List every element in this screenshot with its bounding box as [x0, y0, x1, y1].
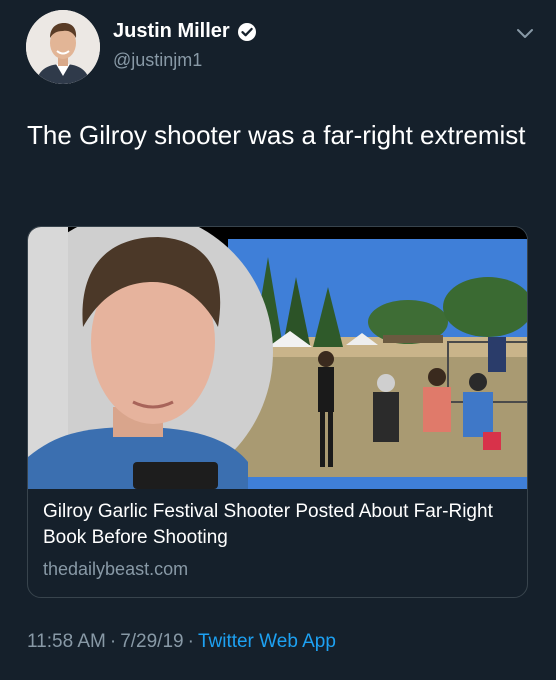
avatar-photo	[26, 10, 100, 84]
meta-separator: ·	[187, 631, 194, 652]
tweet: Justin Miller @justinjm1 The Gilroy shoo…	[0, 0, 556, 680]
link-card[interactable]: Gilroy Garlic Festival Shooter Posted Ab…	[27, 226, 528, 598]
tweet-source-link[interactable]: Twitter Web App	[198, 631, 336, 652]
tweet-time[interactable]: 11:58 AM	[27, 631, 106, 652]
tweet-date[interactable]: 7/29/19	[120, 631, 183, 652]
meta-separator: ·	[109, 631, 117, 652]
avatar[interactable]	[26, 10, 100, 84]
link-card-image	[28, 227, 527, 489]
author-display-name[interactable]: Justin Miller	[113, 20, 230, 43]
link-card-title[interactable]: Gilroy Garlic Festival Shooter Posted Ab…	[43, 499, 513, 551]
author-handle[interactable]: @justinjm1	[113, 50, 202, 71]
chevron-down-icon[interactable]	[516, 28, 534, 40]
tweet-text: The Gilroy shooter was a far-right extre…	[27, 120, 526, 150]
link-card-domain: thedailybeast.com	[43, 559, 189, 579]
tweet-meta: 11:58 AM · 7/29/19 · Twitter Web App	[27, 631, 336, 653]
author-row: Justin Miller	[113, 20, 257, 43]
verified-badge-icon	[237, 22, 256, 41]
